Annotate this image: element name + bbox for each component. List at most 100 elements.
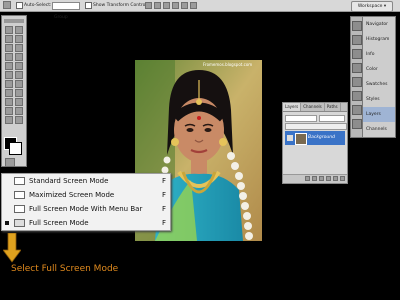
- menu-item-shortcut: F: [162, 191, 167, 199]
- down-arrow-icon: [3, 233, 21, 263]
- tool-grid: [5, 26, 23, 124]
- layer-mask-icon[interactable]: [319, 176, 324, 181]
- align-center-icon[interactable]: [181, 2, 188, 9]
- layers-panel: Layers Channels Paths Background: [282, 102, 348, 184]
- dock-item-info[interactable]: Info: [363, 47, 395, 62]
- auto-select-checkbox[interactable]: [16, 2, 23, 9]
- dock-item-layers[interactable]: Layers: [363, 107, 395, 122]
- align-bottom-icon[interactable]: [163, 2, 170, 9]
- caption-text: Select Full Screen Mode: [11, 264, 119, 274]
- visibility-eye-icon[interactable]: [287, 135, 293, 141]
- layer-name: Background: [308, 135, 335, 140]
- menu-item-maximized-screen-mode[interactable]: Maximized Screen Mode F: [2, 188, 170, 202]
- dock-item-styles[interactable]: Styles: [363, 92, 395, 107]
- pen-icon[interactable]: [5, 89, 13, 97]
- photo-watermark: Fromemos.blogspot.com: [203, 62, 253, 67]
- history-brush-icon[interactable]: [15, 62, 23, 70]
- link-layers-icon[interactable]: [305, 176, 310, 181]
- menu-item-label: Full Screen Mode With Menu Bar: [29, 205, 143, 213]
- menu-item-full-screen-mode-with-menu-bar[interactable]: Full Screen Mode With Menu Bar F: [2, 202, 170, 216]
- layer-row-background[interactable]: Background: [285, 131, 345, 145]
- blend-mode-dropdown[interactable]: [285, 115, 317, 122]
- layers-panel-footer: [283, 174, 347, 183]
- tab-channels[interactable]: Channels: [301, 103, 325, 111]
- color-icon[interactable]: [352, 63, 362, 73]
- new-group-icon[interactable]: [326, 176, 331, 181]
- options-bar: Auto-Select: Group Show Transform Contro…: [0, 0, 400, 20]
- move-icon[interactable]: [5, 26, 13, 34]
- checkmark-icon: [5, 221, 9, 225]
- toolbox-grip[interactable]: [4, 19, 24, 23]
- histogram-icon[interactable]: [352, 35, 362, 45]
- eyedropper-icon[interactable]: [15, 107, 23, 115]
- layer-thumbnail: [295, 133, 307, 145]
- lock-options[interactable]: [285, 123, 347, 130]
- workspace-label: Workspace: [357, 4, 383, 9]
- notes-icon[interactable]: [5, 107, 13, 115]
- magic-wand-icon[interactable]: [15, 35, 23, 43]
- menu-item-label: Full Screen Mode: [29, 219, 89, 227]
- move-tool-icon[interactable]: [3, 1, 11, 9]
- type-icon[interactable]: [15, 89, 23, 97]
- screen-mode-menu: Standard Screen Mode F Maximized Screen …: [1, 173, 171, 231]
- layers-panel-tabs: Layers Channels Paths: [283, 103, 347, 112]
- full-screen-mode-icon: [14, 219, 25, 227]
- crop-icon[interactable]: [5, 44, 13, 52]
- full-screen-menu-bar-icon: [14, 205, 25, 213]
- dock-item-swatches[interactable]: Swatches: [363, 77, 395, 92]
- blur-icon[interactable]: [5, 80, 13, 88]
- layers-icon[interactable]: [352, 105, 362, 115]
- shape-icon[interactable]: [15, 98, 23, 106]
- healing-brush-icon[interactable]: [5, 53, 13, 61]
- clone-stamp-icon[interactable]: [5, 62, 13, 70]
- dock-item-histogram[interactable]: Histogram: [363, 32, 395, 47]
- swatches-icon[interactable]: [352, 77, 362, 87]
- opacity-field[interactable]: [319, 115, 345, 122]
- transform-controls-label: Show Transform Controls: [93, 3, 149, 8]
- menu-item-full-screen-mode[interactable]: Full Screen Mode F: [2, 216, 170, 230]
- workspace-button[interactable]: Workspace ▾: [351, 1, 393, 12]
- menu-item-label: Maximized Screen Mode: [29, 191, 115, 199]
- dock-item-navigator[interactable]: Navigator: [363, 17, 395, 32]
- auto-select-dropdown[interactable]: Group: [52, 2, 80, 20]
- slice-icon[interactable]: [15, 44, 23, 52]
- eraser-icon[interactable]: [5, 71, 13, 79]
- transform-controls-checkbox[interactable]: [85, 2, 92, 9]
- menu-item-shortcut: F: [162, 177, 167, 185]
- info-icon[interactable]: [352, 49, 362, 59]
- maximized-screen-mode-icon: [14, 191, 25, 199]
- auto-select-label: Auto-Select:: [24, 3, 52, 8]
- navigator-icon[interactable]: [352, 21, 362, 31]
- align-top-icon[interactable]: [145, 2, 152, 9]
- path-selection-icon[interactable]: [5, 98, 13, 106]
- brush-icon[interactable]: [15, 53, 23, 61]
- dodge-icon[interactable]: [15, 80, 23, 88]
- zoom-icon[interactable]: [15, 116, 23, 124]
- styles-icon[interactable]: [352, 91, 362, 101]
- align-left-icon[interactable]: [172, 2, 179, 9]
- layer-style-icon[interactable]: [312, 176, 317, 181]
- align-middle-icon[interactable]: [154, 2, 161, 9]
- delete-layer-icon[interactable]: [340, 176, 345, 181]
- hand-icon[interactable]: [5, 116, 13, 124]
- gradient-icon[interactable]: [15, 71, 23, 79]
- menu-item-standard-screen-mode[interactable]: Standard Screen Mode F: [2, 174, 170, 188]
- menu-item-shortcut: F: [162, 205, 167, 213]
- dock-item-color[interactable]: Color: [363, 62, 395, 77]
- dock-item-channels[interactable]: Channels: [363, 122, 395, 137]
- tab-paths[interactable]: Paths: [325, 103, 341, 111]
- lasso-icon[interactable]: [5, 35, 13, 43]
- quick-mask-icon[interactable]: [5, 158, 15, 167]
- auto-select-value: Group: [54, 15, 68, 20]
- marquee-icon[interactable]: [15, 26, 23, 34]
- menu-item-shortcut: F: [162, 219, 167, 227]
- align-right-icon[interactable]: [190, 2, 197, 9]
- standard-screen-mode-icon: [14, 177, 25, 185]
- menu-item-label: Standard Screen Mode: [29, 177, 109, 185]
- tab-layers[interactable]: Layers: [283, 103, 302, 111]
- background-color-swatch[interactable]: [9, 142, 22, 155]
- new-layer-icon[interactable]: [333, 176, 338, 181]
- channels-icon[interactable]: [352, 119, 362, 129]
- align-buttons: [145, 2, 205, 9]
- panel-dock-labels: Navigator Histogram Info Color Swatches …: [362, 16, 396, 138]
